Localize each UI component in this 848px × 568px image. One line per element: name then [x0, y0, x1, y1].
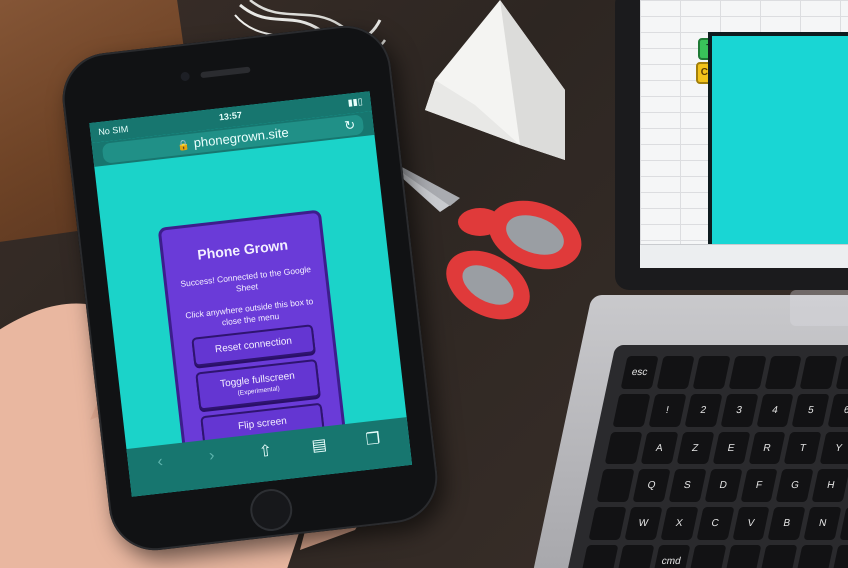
lock-icon: 🔒	[176, 139, 191, 153]
keyboard-key[interactable]: N	[803, 507, 842, 541]
keyboard-key[interactable]: C	[696, 507, 734, 541]
tabs-icon[interactable]: ❐	[358, 428, 388, 451]
keyboard-key[interactable]	[688, 545, 726, 568]
keyboard-key[interactable]: W	[624, 507, 663, 541]
keyboard-key[interactable]: Q	[632, 469, 671, 503]
keyboard-key[interactable]: S	[668, 469, 707, 503]
keyboard-key[interactable]	[616, 545, 655, 568]
keyboard-key[interactable]	[835, 356, 848, 389]
smartphone: No SIM 13:57 ▮▮▯ 🔒 phonegrown.site ↻ Phon…	[57, 20, 443, 556]
keyboard-key[interactable]: Z	[676, 431, 715, 465]
keyboard-key[interactable]	[580, 545, 619, 568]
keyboard-key[interactable]: X	[660, 507, 699, 541]
keyboard-key[interactable]	[799, 356, 838, 389]
laptop-keyboard: esc!234567AZERTYUQSDFGHJWXCVBNcmd	[576, 352, 848, 568]
keyboard-key[interactable]	[656, 356, 695, 389]
keyboard-key[interactable]: !	[648, 393, 687, 427]
keyboard-key[interactable]	[596, 469, 635, 503]
keyboard-key[interactable]: A	[640, 431, 679, 465]
keyboard-key[interactable]	[764, 356, 802, 389]
keyboard-key[interactable]: B	[767, 507, 806, 541]
keyboard-key[interactable]: 5	[791, 393, 830, 427]
keyboard-key[interactable]: D	[704, 469, 742, 503]
keyboard-key[interactable]: 2	[684, 393, 723, 427]
sheet-preview-box	[708, 32, 848, 262]
keyboard-key[interactable]	[588, 507, 627, 541]
keyboard-key[interactable]: 6	[827, 393, 848, 427]
share-icon[interactable]: ⇧	[251, 440, 281, 463]
keyboard-key[interactable]: H	[811, 469, 848, 503]
keyboard-key[interactable]	[612, 393, 651, 427]
keyboard-key[interactable]	[839, 507, 848, 541]
battery-icon: ▮▮▯	[347, 96, 364, 108]
keyboard-key[interactable]	[723, 545, 762, 568]
phone-screen: No SIM 13:57 ▮▮▯ 🔒 phonegrown.site ↻ Phon…	[89, 91, 413, 497]
keyboard-key[interactable]: F	[739, 469, 778, 503]
keyboard-key[interactable]	[759, 545, 798, 568]
reset-connection-label: Reset connection	[214, 335, 293, 356]
keyboard-key[interactable]	[831, 545, 848, 568]
laptop-display: TEST CLEAR	[640, 0, 848, 268]
keyboard-key[interactable]: 4	[756, 393, 794, 427]
reload-icon[interactable]: ↻	[343, 115, 356, 136]
keyboard-key[interactable]: Y	[819, 431, 848, 465]
keyboard-key[interactable]: E	[712, 431, 751, 465]
flip-screen-label: Flip screen	[237, 415, 288, 433]
keyboard-key[interactable]	[795, 545, 834, 568]
keyboard-key[interactable]: T	[783, 431, 822, 465]
keyboard-key[interactable]: 3	[720, 393, 759, 427]
keyboard-key[interactable]	[604, 431, 643, 465]
keyboard-key[interactable]: G	[775, 469, 814, 503]
menu-title: Phone Grown	[196, 236, 289, 263]
forward-icon[interactable]: ›	[197, 446, 227, 467]
sheet-tabs-bar	[640, 244, 848, 268]
keyboard-key[interactable]: V	[731, 507, 770, 541]
photo-scene: esc!234567AZERTYUQSDFGHJWXCVBNcmd TEST C…	[0, 0, 848, 568]
bookmarks-icon[interactable]: ▤	[304, 434, 334, 457]
keyboard-key[interactable]	[692, 356, 731, 389]
keyboard-key[interactable]: cmd	[652, 545, 691, 568]
keyboard-key[interactable]	[728, 356, 767, 389]
keyboard-key[interactable]: R	[748, 431, 786, 465]
laptop-dock	[790, 290, 848, 326]
toggle-fullscreen-button[interactable]: Toggle fullscreen (Experimental)	[195, 358, 321, 411]
back-icon[interactable]: ‹	[145, 452, 175, 473]
keyboard-key[interactable]: esc	[620, 356, 659, 389]
